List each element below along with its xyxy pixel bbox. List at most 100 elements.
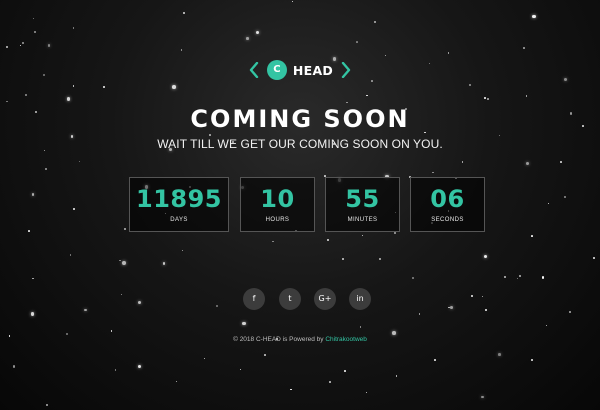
star	[172, 85, 176, 90]
star	[481, 295, 484, 298]
google-plus-icon[interactable]: G+	[314, 288, 336, 310]
star	[291, 1, 293, 3]
star	[525, 95, 527, 97]
page-subtitle: WAIT TILL WE GET OUR COMING SOON ON YOU.	[157, 137, 443, 151]
star	[182, 249, 184, 251]
star	[394, 232, 397, 235]
star	[432, 171, 434, 174]
star	[175, 380, 178, 383]
star	[532, 15, 536, 19]
star	[484, 308, 487, 311]
star	[328, 380, 331, 383]
twitter-icon[interactable]: t	[279, 288, 301, 310]
footer: © 2018 C-HEAD is Powered by Chitrakootwe…	[0, 335, 600, 344]
chevron-right-icon	[341, 62, 351, 78]
star	[272, 240, 274, 242]
star	[122, 260, 127, 265]
star	[72, 85, 75, 87]
star	[518, 275, 521, 278]
star	[19, 44, 22, 47]
star	[5, 46, 8, 49]
coming-soon-page: C HEAD COMING SOON WAIT TILL WE GET OUR …	[0, 0, 600, 410]
star	[563, 195, 566, 198]
star	[110, 329, 113, 332]
countdown-label: MINUTES	[347, 217, 378, 223]
star	[346, 101, 348, 104]
star	[162, 262, 166, 266]
star	[341, 258, 344, 260]
star	[290, 388, 292, 391]
star	[395, 375, 398, 377]
star	[461, 161, 464, 163]
star	[326, 238, 329, 241]
star	[545, 324, 547, 326]
star	[374, 21, 376, 23]
star	[103, 86, 106, 89]
star	[120, 293, 123, 296]
countdown-label: SECONDS	[431, 217, 464, 223]
star	[216, 304, 218, 307]
star	[242, 321, 246, 325]
star	[559, 161, 562, 163]
star	[365, 391, 368, 394]
star	[592, 256, 595, 259]
star	[469, 84, 472, 87]
star	[73, 208, 76, 211]
star	[450, 306, 453, 309]
star	[264, 354, 266, 356]
star	[504, 275, 507, 279]
footer-copyright: © 2018 C-HEAD is Powered by	[233, 336, 324, 343]
brand-logo[interactable]: C HEAD	[0, 59, 600, 81]
star	[484, 97, 487, 99]
countdown-seconds: 06 SECONDS	[410, 177, 485, 232]
star	[119, 259, 121, 262]
star	[78, 161, 80, 163]
star	[384, 54, 386, 57]
star	[498, 353, 501, 356]
star	[522, 47, 525, 49]
star	[548, 203, 550, 205]
star	[47, 43, 51, 47]
star	[32, 18, 35, 20]
countdown-hours: 10 HOURS	[240, 177, 315, 232]
footer-link[interactable]: Chitrakootweb	[325, 336, 367, 343]
star	[378, 257, 381, 260]
countdown-value: 06	[430, 185, 465, 213]
star	[239, 368, 242, 371]
star	[72, 26, 75, 29]
star	[204, 358, 206, 360]
star	[483, 254, 488, 258]
star	[246, 37, 249, 40]
star	[28, 230, 30, 232]
star	[180, 49, 183, 51]
countdown-minutes: 55 MINUTES	[325, 177, 400, 232]
countdown-label: DAYS	[170, 217, 188, 223]
star	[31, 193, 35, 196]
star	[365, 94, 368, 97]
star	[31, 312, 35, 316]
star	[255, 30, 260, 34]
star	[568, 310, 571, 313]
star	[66, 97, 71, 101]
star	[25, 94, 28, 97]
countdown-value: 10	[260, 185, 295, 213]
star	[33, 31, 36, 34]
star	[32, 277, 34, 280]
chevron-left-icon	[249, 62, 259, 78]
countdown-value: 11895	[136, 185, 222, 213]
linkedin-icon[interactable]: in	[349, 288, 371, 310]
facebook-icon[interactable]: f	[243, 288, 265, 310]
star	[419, 313, 421, 315]
star	[542, 276, 545, 279]
star	[525, 161, 530, 166]
star	[486, 98, 489, 100]
star	[123, 228, 126, 231]
star	[356, 40, 359, 43]
star	[137, 300, 142, 305]
star	[12, 365, 15, 368]
star	[530, 359, 533, 362]
star	[137, 364, 142, 369]
star	[516, 277, 519, 280]
star	[434, 359, 437, 361]
star	[44, 167, 48, 171]
